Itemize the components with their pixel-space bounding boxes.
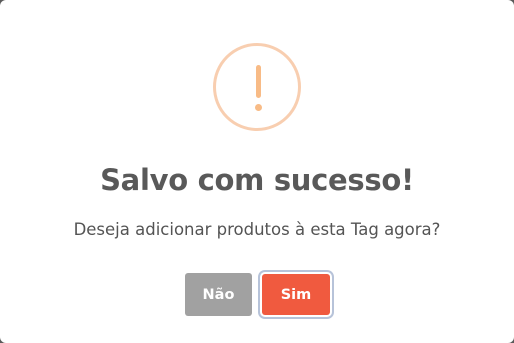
dialog-message: Deseja adicionar produtos à esta Tag ago… bbox=[73, 220, 441, 239]
dialog-title: Salvo com sucesso! bbox=[100, 163, 414, 197]
confirm-button[interactable]: Sim bbox=[262, 274, 330, 315]
exclamation-dot bbox=[255, 104, 262, 111]
exclamation-warning-icon bbox=[213, 43, 301, 131]
exclamation-bar bbox=[256, 65, 261, 98]
cancel-button[interactable]: Não bbox=[185, 273, 252, 316]
success-dialog: Salvo com sucesso! Deseja adicionar prod… bbox=[0, 0, 514, 343]
